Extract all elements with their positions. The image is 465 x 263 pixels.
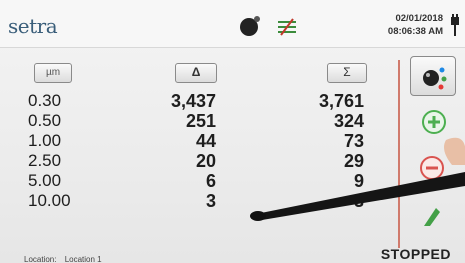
settings-button[interactable] [410,56,456,96]
zoom-out-button[interactable] [410,148,456,188]
export-button[interactable] [410,196,456,236]
location-info: Location: Location 1 [24,255,102,263]
size-cell: 2.50 [28,151,62,170]
status-text: STOPPED [380,246,451,262]
size-cell: 1.00 [28,131,62,150]
status-header: setra 02/01/2018 08:06:38 AM [0,0,465,48]
sigma-column-button[interactable]: Σ [327,63,367,83]
date-text: 02/01/2018 [395,13,443,24]
zoom-in-button[interactable] [410,102,456,142]
time-text: 08:06:38 AM [387,26,443,37]
size-cell: 5.00 [28,171,62,190]
sigma-cell: 73 [343,131,364,151]
sigma-column: 3,761 324 73 29 9 3 [280,91,364,211]
particle-counter-screen: setra 02/01/2018 08:06:38 AM µm Δ Σ 0.30… [0,0,465,263]
sigma-cell: 3,761 [318,91,364,111]
delta-cell: 3 [205,191,216,211]
zoom-in-icon [422,110,446,134]
signal-icon [278,18,296,36]
delta-column: 3,437 251 44 20 6 3 [140,91,216,211]
size-cell: 0.30 [28,91,62,110]
settings-icon [423,67,447,90]
delta-column-button[interactable]: Δ [175,63,217,83]
delta-cell: 3,437 [170,91,216,111]
delta-cell: 20 [195,151,216,171]
column-divider [398,60,400,248]
location-value: Location 1 [64,255,102,263]
brand-logo: setra [8,14,58,38]
sigma-cell: 29 [343,151,364,171]
sigma-cell: 324 [333,111,364,131]
delta-cell: 44 [195,131,216,151]
camera-icon[interactable] [240,16,260,36]
location-label: Location: [24,255,57,263]
export-icon [424,208,440,226]
sigma-cell: 9 [353,171,364,191]
size-cell: 10.00 [28,191,71,210]
sigma-cell: 3 [353,191,364,211]
size-column: 0.30 0.50 1.00 2.50 5.00 10.00 [28,91,98,211]
delta-cell: 6 [205,171,216,191]
zoom-out-icon [420,156,444,180]
size-cell: 0.50 [28,111,62,130]
plug-icon [451,14,459,36]
date-time: 02/01/2018 08:06:38 AM [388,12,443,38]
delta-cell: 251 [185,111,216,131]
size-column-button[interactable]: µm [34,63,72,83]
